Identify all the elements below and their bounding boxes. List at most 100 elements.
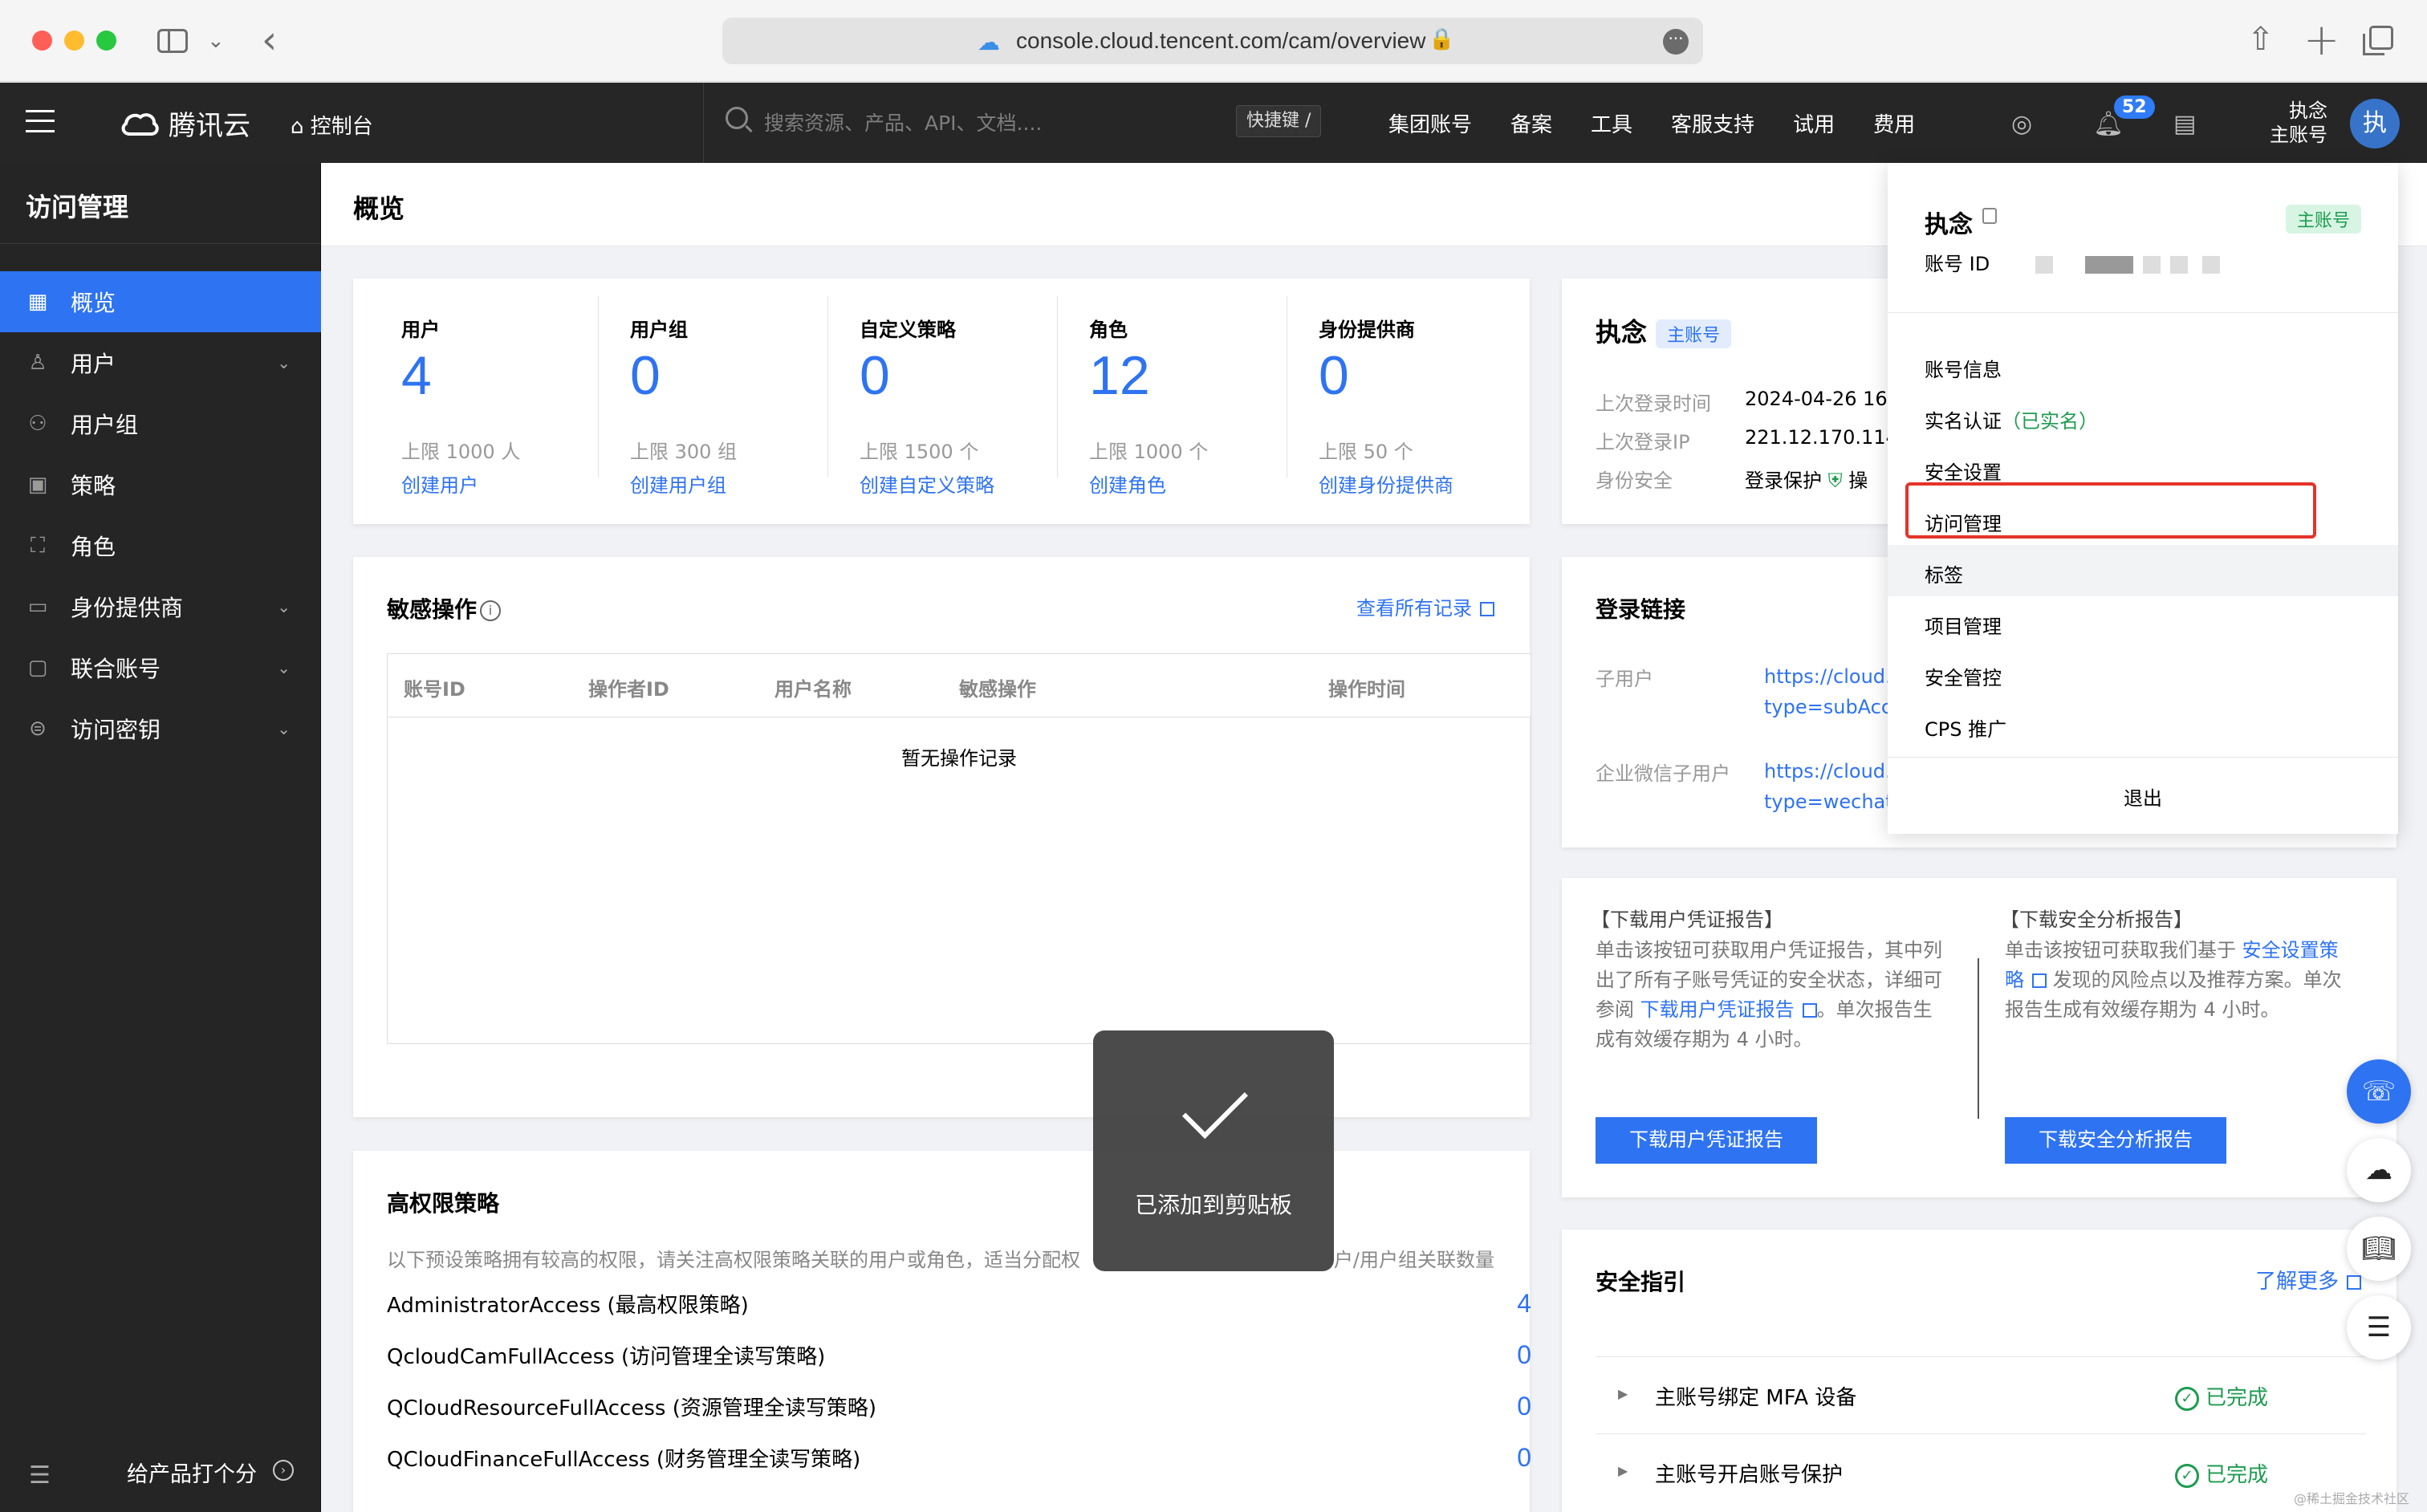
sidebar-item-label: 用户组 [71, 412, 139, 438]
policy-count[interactable]: 0 [1517, 1443, 1531, 1473]
table-header: 账号ID 操作者ID 用户名称 敏感操作 操作时间 [387, 653, 1531, 717]
policy-count[interactable]: 0 [1517, 1340, 1531, 1370]
stat-value[interactable]: 4 [401, 344, 432, 407]
wechat-sub-user-login-link[interactable]: https://cloud. type=wechat [1764, 756, 1893, 817]
stats-card: 用户 4 上限 1000 人 创建用户 用户组 0 上限 300 组 创建用户组… [353, 278, 1530, 524]
card-title: 高权限策略 [387, 1190, 500, 1217]
menu-item-account-info[interactable]: 账号信息 [1888, 339, 2398, 391]
zoom-window-button[interactable] [96, 30, 116, 51]
user-menu-trigger[interactable]: 执念 主账号 [2263, 99, 2327, 147]
nav-filing[interactable]: 备案 [1510, 108, 1552, 138]
arrow-right-circle-icon[interactable]: › [273, 1460, 294, 1481]
security-policy-link-cont[interactable]: 略 [2005, 969, 2024, 991]
brand-logo[interactable]: 腾讯云 [119, 104, 250, 143]
list-item[interactable]: ▶ 主账号开启账号保护 ✓ 已完成 [1596, 1433, 2366, 1510]
policy-count[interactable]: 0 [1517, 1392, 1531, 1421]
security-policy-link[interactable]: 安全设置策 [2242, 939, 2339, 961]
copy-icon[interactable] [1982, 208, 1997, 224]
create-identity-provider-link[interactable]: 创建身份提供商 [1319, 469, 1453, 498]
spiral-icon[interactable]: ◎ [2011, 110, 2032, 138]
logout-button[interactable]: 退出 [1888, 782, 2398, 811]
workorder-icon[interactable]: ▤ [2173, 110, 2196, 138]
avatar[interactable]: 执 [2350, 99, 2400, 148]
sub-user-login-link[interactable]: https://cloud. type=subAcc [1764, 661, 1892, 722]
download-credential-report-button[interactable]: 下载用户凭证报告 [1596, 1117, 1817, 1164]
external-link-icon [1480, 602, 1494, 616]
close-window-button[interactable] [32, 30, 52, 51]
sidebar: 访问管理 ▦ 概览 ♙ 用户 ⌄ ⚇ 用户组 ▣ 策略 ⛶ 角色 ▭ 身份提供商… [0, 163, 321, 1512]
docs-book-icon[interactable]: 📖︎ [2347, 1217, 2411, 1281]
status-badge: ✓ 已完成 [2175, 1381, 2268, 1411]
sensitive-title: 敏感操作 [387, 596, 478, 623]
create-role-link[interactable]: 创建角色 [1089, 469, 1166, 498]
expand-triangle-icon[interactable]: ▶ [1618, 1386, 1628, 1401]
create-custom-policy-link[interactable]: 创建自定义策略 [860, 469, 994, 498]
card-title: 登录链接 [1596, 596, 1686, 623]
credential-report-desc: 单击该按钮可获取用户凭证报告，其中列 出了所有子账号凭证的安全状态，详细可 参阅… [1596, 936, 1942, 1055]
users-icon: ⚇ [28, 412, 47, 436]
console-link[interactable]: ⌂ 控制台 [291, 110, 373, 140]
download-security-report-button[interactable]: 下载安全分析报告 [2005, 1117, 2226, 1164]
desc-text: 单击该按钮可获取我们基于 [2005, 939, 2242, 961]
menu-item-cps-promotion[interactable]: CPS 推广 [1888, 699, 2398, 750]
sidebar-item-user-groups[interactable]: ⚇ 用户组 [0, 393, 321, 454]
menu-icon[interactable] [26, 110, 55, 132]
sidebar-item-overview[interactable]: ▦ 概览 [0, 271, 321, 332]
address-bar[interactable]: ☁ console.cloud.tencent.com/cam/overview… [722, 18, 1703, 64]
sidebar-item-users[interactable]: ♙ 用户 ⌄ [0, 332, 321, 393]
nav-billing[interactable]: 费用 [1873, 108, 1915, 138]
customer-service-icon[interactable]: ☏ [2347, 1059, 2411, 1124]
stat-value[interactable]: 0 [1319, 344, 1349, 407]
create-user-link[interactable]: 创建用户 [401, 469, 478, 498]
learn-more-label: 了解更多 [2255, 1270, 2340, 1294]
rate-product-link[interactable]: 给产品打个分 [127, 1457, 257, 1488]
collapse-sidebar-icon[interactable]: ☰ [29, 1461, 51, 1490]
list-menu-icon[interactable]: ☰ [2347, 1295, 2411, 1360]
lock-icon: 🔒 [1429, 27, 1455, 51]
menu-item-security-control[interactable]: 安全管控 [1888, 648, 2398, 699]
nav-trial[interactable]: 试用 [1793, 108, 1835, 138]
learn-more-link[interactable]: 了解更多 [2255, 1265, 2362, 1295]
user-role: 主账号 [2270, 124, 2327, 146]
user-name: 执念 [2289, 100, 2327, 122]
credential-report-link[interactable]: 下载用户凭证报告 [1640, 998, 1795, 1021]
new-tab-icon[interactable]: + [2303, 14, 2340, 65]
sidebar-item-access-keys[interactable]: ⊜ 访问密钥 ⌄ [0, 698, 321, 759]
shield-check-icon: ⛨ [1827, 469, 1843, 492]
table-body: 暂无操作记录 [387, 717, 1531, 1044]
search-input[interactable] [764, 105, 1214, 140]
share-icon[interactable]: ⇧ [2247, 21, 2275, 58]
create-user-group-link[interactable]: 创建用户组 [630, 469, 726, 498]
list-item[interactable]: ▶ 主账号绑定 MFA 设备 ✓ 已完成 [1596, 1356, 2366, 1433]
column-header: 敏感操作 [959, 678, 1036, 701]
masked-account-id [2035, 256, 2053, 274]
menu-item-project-management[interactable]: 项目管理 [1888, 596, 2398, 648]
policy-count[interactable]: 4 [1517, 1289, 1531, 1319]
stat-roles: 角色 12 上限 1000 个 创建角色 [1089, 314, 1319, 497]
check-circle-icon: ✓ [2175, 1386, 2199, 1411]
more-icon[interactable]: ··· [1663, 29, 1689, 55]
nav-tools[interactable]: 工具 [1591, 108, 1632, 138]
stat-value[interactable]: 0 [630, 344, 661, 407]
stat-value[interactable]: 0 [860, 344, 890, 407]
nav-group-account[interactable]: 集团账号 [1388, 108, 1472, 138]
menu-item-real-name-verification[interactable]: 实名认证（已实名） [1888, 391, 2398, 442]
menu-item-tags[interactable]: 标签 [1888, 545, 2398, 596]
back-icon[interactable]: ‹ [262, 18, 277, 63]
sidebar-item-policies[interactable]: ▣ 策略 [0, 454, 321, 515]
view-all-records-link[interactable]: 查看所有记录 [1356, 592, 1494, 620]
info-icon[interactable]: i [480, 600, 502, 621]
sidebar-item-roles[interactable]: ⛶ 角色 [0, 515, 321, 576]
browser-toolbar: ⌄ ‹ ☁ console.cloud.tencent.com/cam/over… [0, 0, 2427, 82]
nav-support[interactable]: 客服支持 [1671, 108, 1754, 138]
minimize-window-button[interactable] [64, 30, 84, 51]
tab-overview-icon[interactable] [2363, 26, 2393, 55]
expand-triangle-icon[interactable]: ▶ [1618, 1463, 1628, 1478]
security-extra-text: 操 [1848, 469, 1868, 492]
cloud-assistant-icon[interactable]: ☁ [2347, 1138, 2411, 1202]
sidebar-toggle-icon[interactable] [157, 29, 188, 53]
stat-value[interactable]: 12 [1089, 344, 1150, 407]
sidebar-item-identity-providers[interactable]: ▭ 身份提供商 ⌄ [0, 576, 321, 637]
sidebar-item-federated-accounts[interactable]: ▢ 联合账号 ⌄ [0, 637, 321, 698]
chevron-down-icon[interactable]: ⌄ [207, 29, 225, 53]
